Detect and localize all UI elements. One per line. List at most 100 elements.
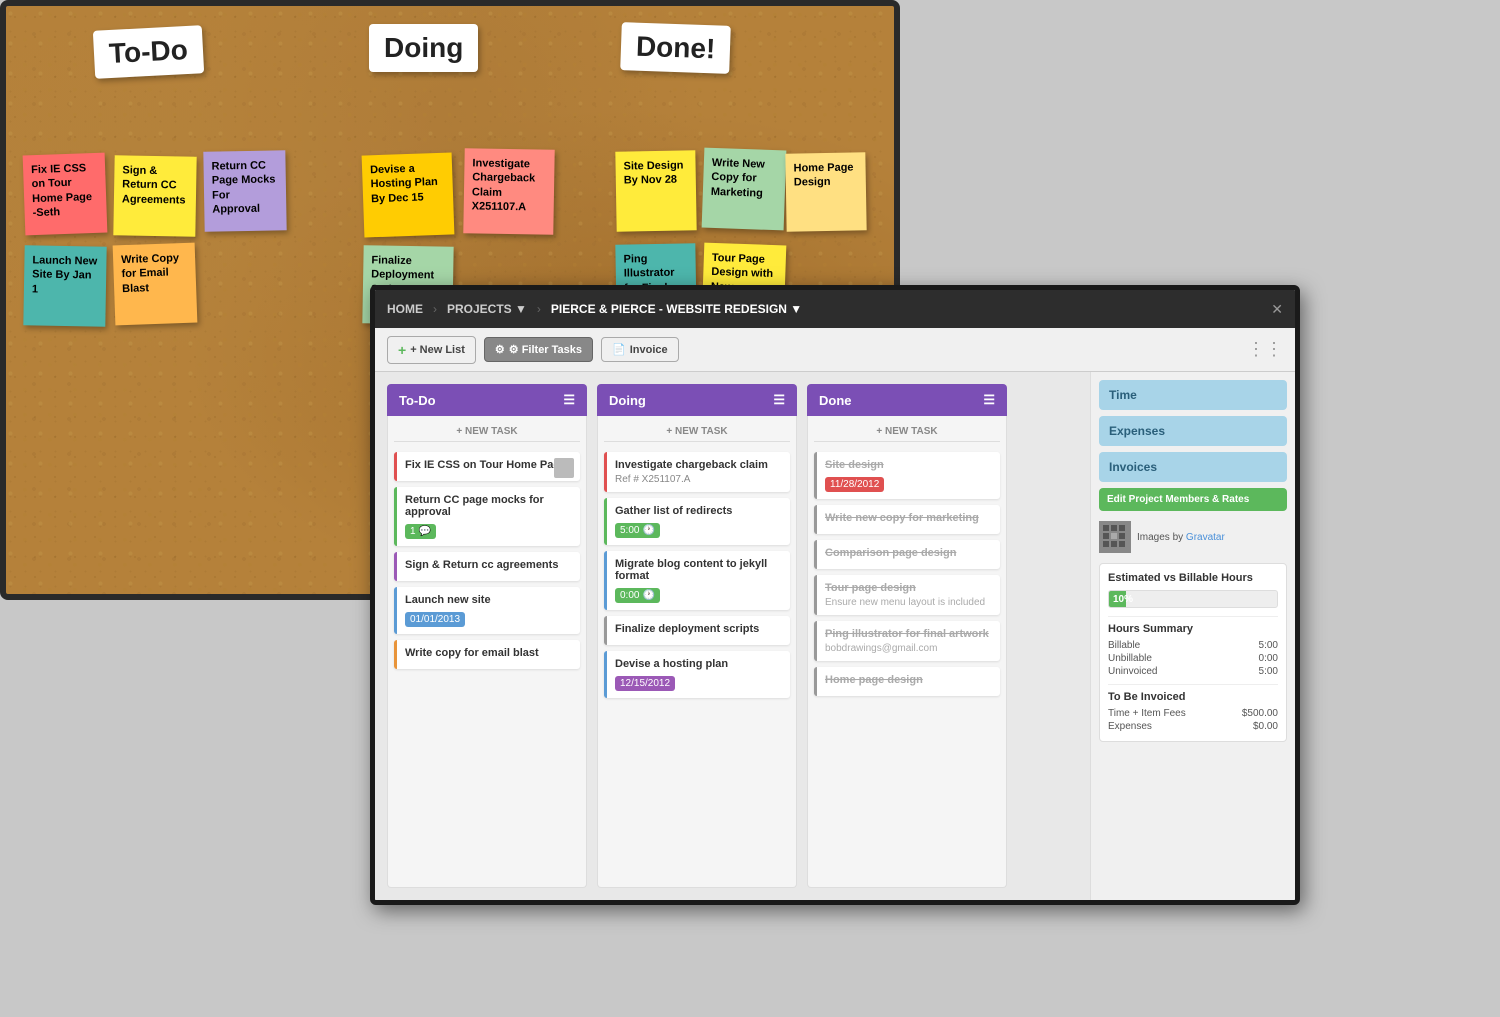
task-card[interactable]: Comparison page design: [814, 540, 1000, 569]
tab-invoices[interactable]: Invoices: [1099, 452, 1287, 482]
task-time-badge: 5:00 🕐: [615, 523, 660, 538]
task-email: bobdrawings@gmail.com: [825, 643, 992, 654]
col-menu-icon[interactable]: ☰: [983, 392, 995, 408]
grid-icon: ⋮⋮: [1247, 339, 1283, 360]
task-title: Fix IE CSS on Tour Home Page: [405, 459, 572, 471]
task-card[interactable]: Investigate chargeback claim Ref # X2511…: [604, 452, 790, 492]
app-window: HOME › PROJECTS ▼ › PIERCE & PIERCE - WE…: [370, 285, 1300, 905]
task-subtitle: Ref # X251107.A: [615, 474, 782, 485]
col-body-todo: + NEW TASK Fix IE CSS on Tour Home Page …: [387, 416, 587, 888]
hours-summary-title: Hours Summary: [1108, 616, 1278, 635]
invoice-section: To Be Invoiced Time + Item Fees $500.00 …: [1108, 684, 1278, 733]
new-task-todo[interactable]: + NEW TASK: [394, 422, 580, 442]
avatar-area: Images by Gravatar: [1099, 517, 1287, 557]
hours-row-uninvoiced: Uninvoiced 5:00: [1108, 665, 1278, 678]
task-title: Ping illustrator for final artwork: [825, 628, 992, 640]
sticky-s7: Write New Copy for Marketing: [702, 148, 787, 231]
plus-icon: +: [398, 342, 406, 358]
tab-time[interactable]: Time: [1099, 380, 1287, 410]
new-task-done[interactable]: + NEW TASK: [814, 422, 1000, 442]
col-menu-icon[interactable]: ☰: [773, 392, 785, 408]
cork-label-doing: Doing: [369, 24, 478, 72]
sticky-s9: Launch New Site By Jan 1: [23, 245, 106, 326]
nav-project-name[interactable]: PIERCE & PIERCE - WEBSITE REDESIGN ▼: [551, 302, 802, 316]
task-card[interactable]: Launch new site 01/01/2013: [394, 587, 580, 634]
new-task-doing[interactable]: + NEW TASK: [604, 422, 790, 442]
filter-tasks-button[interactable]: ⚙ ⚙ Filter Tasks: [484, 337, 593, 362]
task-title: Comparison page design: [825, 547, 992, 559]
task-title: Launch new site: [405, 594, 572, 606]
to-be-invoiced-title: To Be Invoiced: [1108, 691, 1278, 703]
task-card[interactable]: Sign & Return cc agreements: [394, 552, 580, 581]
task-card[interactable]: Gather list of redirects 5:00 🕐: [604, 498, 790, 545]
task-card[interactable]: Return CC page mocks for approval 1 💬: [394, 487, 580, 546]
task-title: Devise a hosting plan: [615, 658, 782, 670]
tab-expenses[interactable]: Expenses: [1099, 416, 1287, 446]
task-badge: 1 💬: [405, 524, 436, 539]
kanban-col-done: Done ☰ + NEW TASK Site design 11/28/2012…: [807, 384, 1007, 888]
edit-members-button[interactable]: Edit Project Members & Rates: [1099, 488, 1287, 511]
task-title: Finalize deployment scripts: [615, 623, 782, 635]
kanban-area: To-Do ☰ + NEW TASK Fix IE CSS on Tour Ho…: [375, 372, 1090, 900]
nav-sep1: ›: [433, 302, 437, 316]
task-card[interactable]: Migrate blog content to jekyll format 0:…: [604, 551, 790, 610]
gravatar-link[interactable]: Gravatar: [1186, 532, 1225, 543]
app-toolbar: + + New List ⚙ ⚙ Filter Tasks 📄 Invoice …: [375, 328, 1295, 372]
task-title: Sign & Return cc agreements: [405, 559, 572, 571]
chat-icon: 💬: [419, 526, 431, 537]
task-title: Migrate blog content to jekyll format: [615, 558, 782, 582]
kanban-col-doing: Doing ☰ + NEW TASK Investigate chargebac…: [597, 384, 797, 888]
task-card[interactable]: Write copy for email blast: [394, 640, 580, 669]
invoice-icon: 📄: [612, 343, 626, 356]
task-card[interactable]: Site design 11/28/2012: [814, 452, 1000, 499]
task-card[interactable]: Devise a hosting plan 12/15/2012: [604, 651, 790, 698]
cork-label-done: Done!: [620, 22, 731, 74]
task-due-date: 01/01/2013: [405, 612, 465, 627]
sticky-s5: Investigate Chargeback Claim X251107.A: [463, 148, 554, 235]
col-body-done: + NEW TASK Site design 11/28/2012 Write …: [807, 416, 1007, 888]
task-note: Ensure new menu layout is included: [825, 597, 992, 608]
progress-bar-fill: 10%: [1109, 591, 1126, 607]
clock-icon: 🕐: [642, 590, 654, 601]
hours-vs-billable-title: Estimated vs Billable Hours: [1108, 572, 1278, 584]
task-title: Write copy for email blast: [405, 647, 572, 659]
invoice-row-fees: Time + Item Fees $500.00: [1108, 707, 1278, 720]
sticky-s3: Return CC Page Mocks For Approval: [203, 150, 286, 231]
task-card[interactable]: Finalize deployment scripts: [604, 616, 790, 645]
task-card[interactable]: Ping illustrator for final artwork bobdr…: [814, 621, 1000, 661]
col-header-done: Done ☰: [807, 384, 1007, 416]
col-header-doing: Doing ☰: [597, 384, 797, 416]
new-list-button[interactable]: + + New List: [387, 336, 476, 364]
task-card[interactable]: Home page design: [814, 667, 1000, 696]
nav-projects[interactable]: PROJECTS ▼: [447, 302, 527, 316]
task-title: Tour page design: [825, 582, 992, 594]
clock-icon: 🕐: [642, 525, 654, 536]
gravatar-text: Images by Gravatar: [1137, 532, 1225, 543]
sticky-s10: Write Copy for Email Blast: [113, 243, 198, 326]
invoice-button[interactable]: 📄 Invoice: [601, 337, 679, 362]
col-menu-icon[interactable]: ☰: [563, 392, 575, 408]
task-card[interactable]: Fix IE CSS on Tour Home Page: [394, 452, 580, 481]
task-time-badge: 0:00 🕐: [615, 588, 660, 603]
right-sidebar: Time Expenses Invoices Edit Project Memb…: [1090, 372, 1295, 900]
sticky-s8: Home Page Design: [785, 152, 866, 231]
nav-home[interactable]: HOME: [387, 302, 423, 316]
kanban-col-todo: To-Do ☰ + NEW TASK Fix IE CSS on Tour Ho…: [387, 384, 587, 888]
task-due-date: 12/15/2012: [615, 676, 675, 691]
progress-bar: 10%: [1108, 590, 1278, 608]
cork-label-todo: To-Do: [93, 25, 204, 79]
hours-section: Estimated vs Billable Hours 10% Hours Su…: [1099, 563, 1287, 742]
hours-row-unbillable: Unbillable 0:00: [1108, 652, 1278, 665]
filter-icon: ⚙: [495, 343, 505, 356]
task-date: 11/28/2012: [825, 477, 884, 492]
col-header-todo: To-Do ☰: [387, 384, 587, 416]
close-icon[interactable]: ✕: [1271, 301, 1283, 318]
task-title: Site design: [825, 459, 992, 471]
task-card[interactable]: Write new copy for marketing: [814, 505, 1000, 534]
task-title: Investigate chargeback claim: [615, 459, 782, 471]
invoice-row-expenses: Expenses $0.00: [1108, 720, 1278, 733]
task-card[interactable]: Tour page design Ensure new menu layout …: [814, 575, 1000, 615]
app-nav: HOME › PROJECTS ▼ › PIERCE & PIERCE - WE…: [375, 290, 1295, 328]
sticky-s1: Fix IE CSS on Tour Home Page -Seth: [23, 153, 108, 236]
task-attachment-icon: [554, 458, 574, 478]
